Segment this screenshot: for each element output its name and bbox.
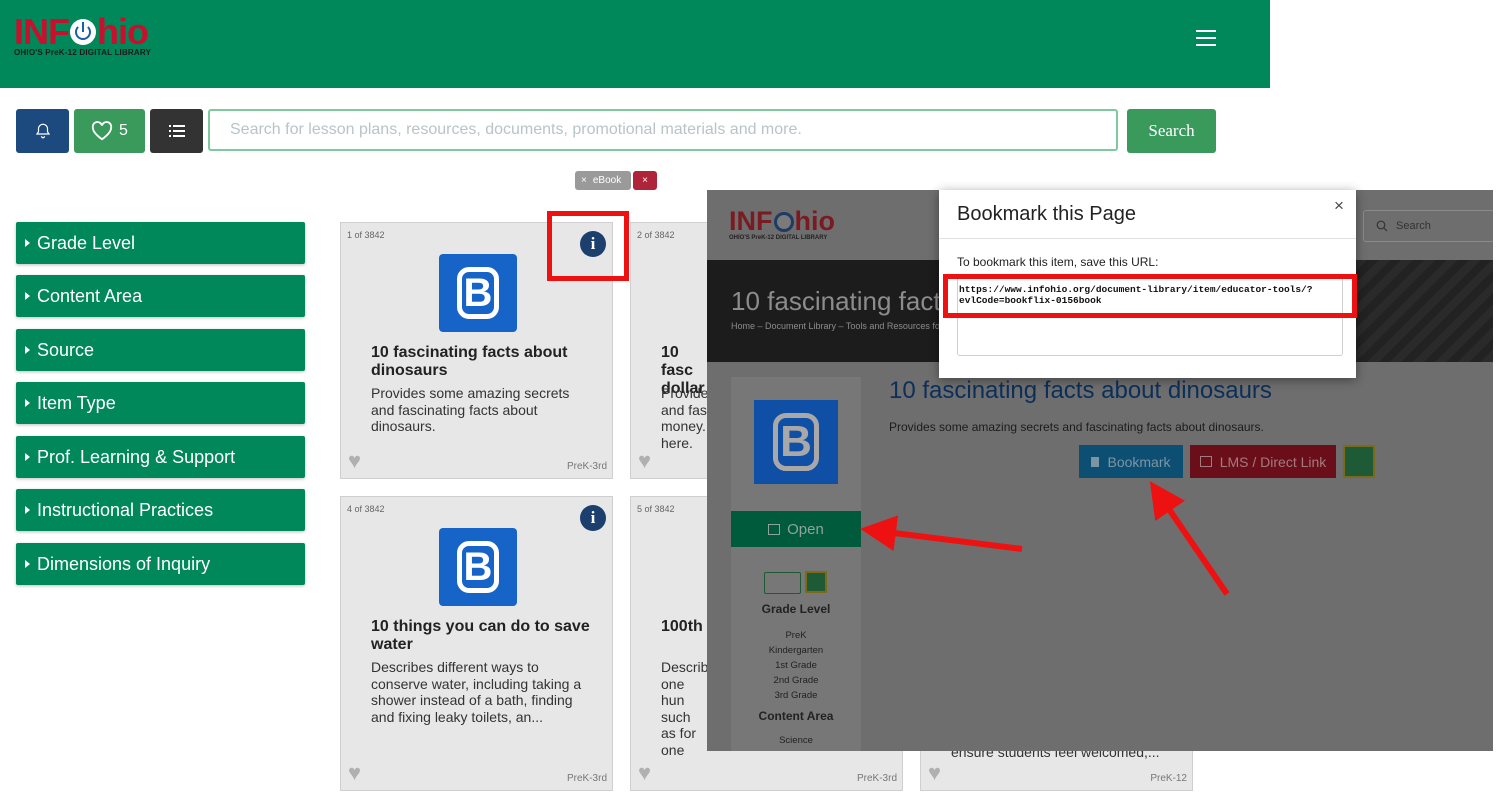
arrow-to-bookmark [1149,481,1230,596]
arrow-to-open [860,515,1023,552]
annotation-arrows [860,481,1230,596]
